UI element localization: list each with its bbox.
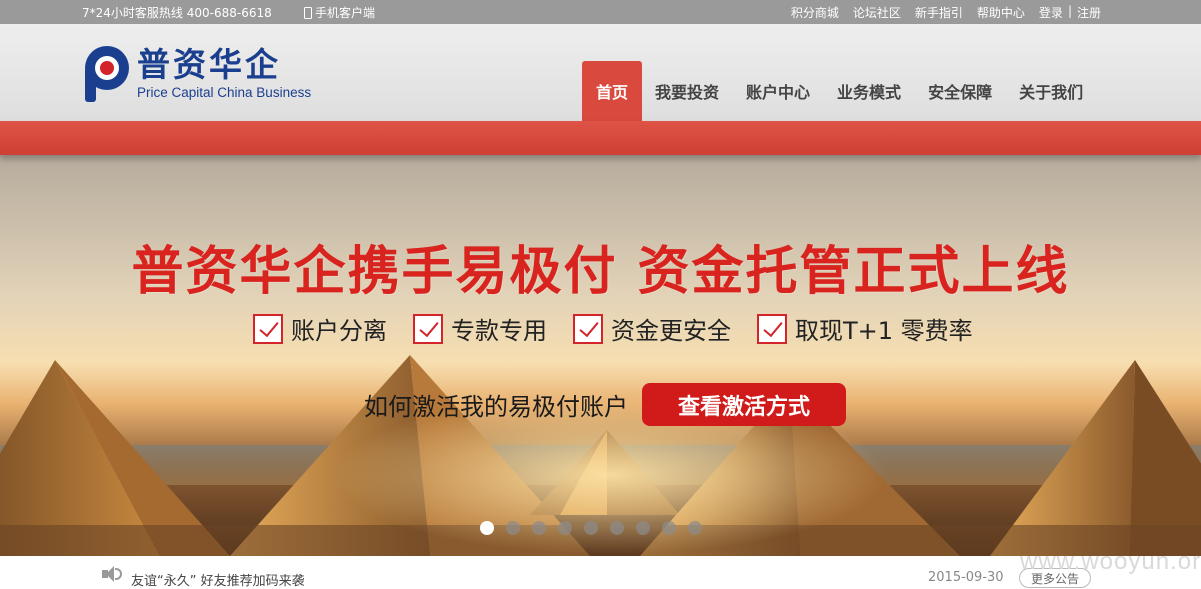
carousel-dot-3[interactable] [532,521,546,535]
login-link[interactable]: 登录 [1039,4,1063,21]
watermark-text: www.wooyun.org [1020,548,1201,575]
banner-headline: 普资华企携手易极付 资金托管正式上线 [131,242,1070,302]
feature-item: 账户分离 [253,311,387,346]
login-register-separator: | [1067,4,1072,18]
site-header: 普资华企 Price Capital China Business 首页 我要投… [0,24,1201,121]
speaker-icon [102,566,122,582]
logo-name-cn: 普资华企 [137,45,281,84]
phone-icon [304,6,312,19]
top-links: 积分商城 论坛社区 新手指引 帮助中心 登录 | 注册 [791,4,1101,21]
hero-banner[interactable]: 普资华企携手易极付 资金托管正式上线 账户分离 专款专用 资金更安全 取现T+1… [0,155,1201,556]
carousel-dot-5[interactable] [584,521,598,535]
activate-question: 如何激活我的易极付账户 [364,393,628,421]
carousel-dot-7[interactable] [636,521,650,535]
carousel-dot-6[interactable] [610,521,624,535]
carousel-dots [480,521,702,535]
logo-name-en: Price Capital China Business [137,85,312,100]
site-logo[interactable]: 普资华企 Price Capital China Business [85,46,311,102]
mobile-client-link[interactable]: 手机客户端 [304,4,375,21]
hotline-text: 7*24小时客服热线 400-688-6618 [82,6,272,20]
feature-item: 取现T+1 零费率 [757,311,973,346]
feature-label: 取现T+1 零费率 [795,317,973,345]
points-mall-link[interactable]: 积分商城 [791,4,839,21]
main-nav: 首页 我要投资 账户中心 业务模式 安全保障 关于我们 [582,61,1096,121]
activate-row: 如何激活我的易极付账户 查看激活方式 [364,383,846,426]
nav-security[interactable]: 安全保障 [914,61,1006,121]
notice-text[interactable]: 友谊“永久” 好友推荐加码来袭 [131,570,305,589]
carousel-dot-9[interactable] [688,521,702,535]
logo-mark-icon [85,46,129,102]
carousel-dot-1[interactable] [480,521,494,535]
feature-item: 专款专用 [413,311,547,346]
nav-invest[interactable]: 我要投资 [641,61,733,121]
view-activation-button[interactable]: 查看激活方式 [642,383,846,426]
check-icon [757,313,787,344]
notice-date: 2015-09-30 [928,570,1004,585]
forum-link[interactable]: 论坛社区 [853,4,901,21]
register-link[interactable]: 注册 [1077,4,1101,21]
top-bar: 7*24小时客服热线 400-688-6618 手机客户端 积分商城 论坛社区 … [0,0,1201,24]
check-icon [253,313,283,344]
feature-item: 资金更安全 [573,311,731,346]
nav-business-model[interactable]: 业务模式 [823,61,915,121]
feature-label: 账户分离 [291,317,387,345]
carousel-dot-2[interactable] [506,521,520,535]
help-center-link[interactable]: 帮助中心 [977,4,1025,21]
check-icon [573,313,603,344]
carousel-dot-4[interactable] [558,521,572,535]
banner-features: 账户分离 专款专用 资金更安全 取现T+1 零费率 [253,311,999,346]
feature-label: 专款专用 [451,317,547,345]
feature-label: 资金更安全 [611,317,731,345]
red-banner-strip [0,121,1201,155]
check-icon [413,313,443,344]
mobile-client-label: 手机客户端 [315,6,376,20]
beginner-guide-link[interactable]: 新手指引 [915,4,963,21]
nav-home[interactable]: 首页 [582,61,643,121]
carousel-dot-8[interactable] [662,521,676,535]
nav-about-us[interactable]: 关于我们 [1005,61,1097,121]
nav-account-center[interactable]: 账户中心 [732,61,824,121]
